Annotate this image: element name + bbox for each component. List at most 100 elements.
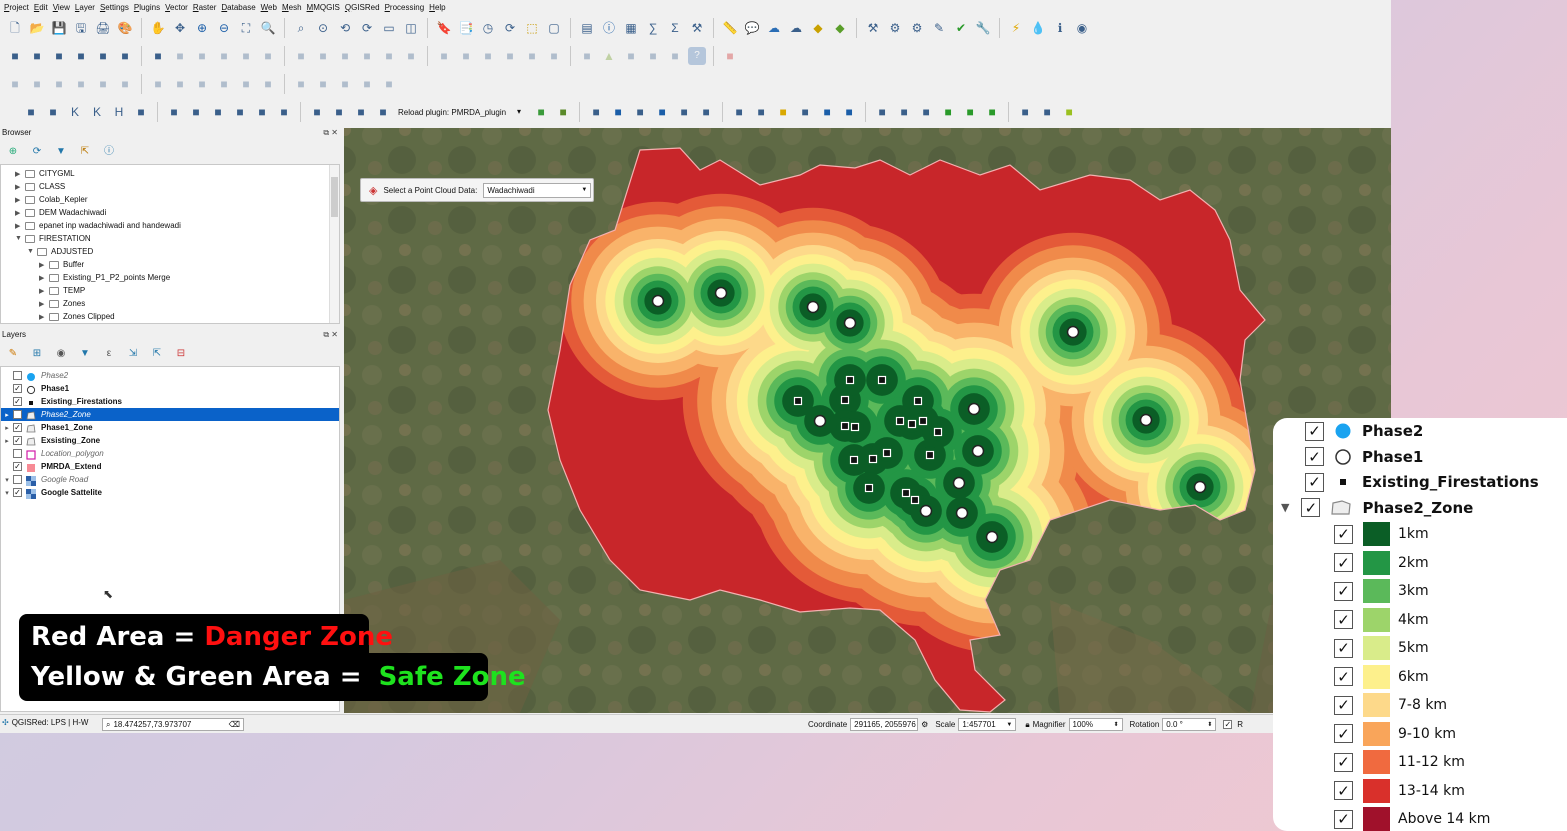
data-source-manager-icon[interactable]: ■ bbox=[94, 47, 112, 65]
remove-layer-icon[interactable]: ⊟ bbox=[172, 345, 190, 363]
add-selected-layers-icon[interactable]: ⊕ bbox=[4, 143, 22, 161]
legend-class-checkbox[interactable]: ✓ bbox=[1334, 809, 1353, 829]
existing-firestation-point[interactable] bbox=[864, 483, 874, 493]
browser-item[interactable]: ▶ epanet inp wadachiwadi and handewadi bbox=[15, 219, 181, 232]
phase1-station-point[interactable] bbox=[1139, 413, 1153, 427]
plugin-cube-icon[interactable]: ◆ bbox=[809, 19, 827, 37]
legend-class-checkbox[interactable]: ✓ bbox=[1334, 724, 1353, 743]
existing-firestation-point[interactable] bbox=[850, 422, 860, 432]
photo-icon[interactable]: ■ bbox=[352, 103, 370, 121]
map-pin-icon[interactable]: ■ bbox=[730, 103, 748, 121]
deselect-icon[interactable]: ▢ bbox=[545, 19, 563, 37]
phase1-station-point[interactable] bbox=[843, 316, 857, 330]
add-group-icon[interactable]: ⊞ bbox=[28, 345, 46, 363]
settings-gear-icon[interactable]: ⚙ bbox=[886, 19, 904, 37]
layer-visibility-checkbox[interactable]: ✓ bbox=[13, 384, 22, 393]
save-as-icon[interactable]: 🖫 bbox=[72, 19, 90, 37]
browser-item[interactable]: ▼ ADJUSTED bbox=[27, 245, 93, 258]
zoom-out-icon[interactable]: ⊖ bbox=[215, 19, 233, 37]
layer-visibility-checkbox[interactable] bbox=[13, 371, 22, 380]
chevron-right-icon[interactable]: ▾ bbox=[1, 489, 13, 497]
render-checkbox[interactable]: ✓ bbox=[1223, 720, 1233, 729]
chart-icon[interactable]: ■ bbox=[253, 103, 271, 121]
vertex-tool-icon[interactable]: ■ bbox=[259, 47, 277, 65]
menu-layer[interactable]: Layer bbox=[75, 3, 100, 12]
collapse-all-icon[interactable]: ⇱ bbox=[76, 143, 94, 161]
html-icon[interactable]: H bbox=[110, 103, 128, 121]
split-parts-icon[interactable]: ■ bbox=[259, 75, 277, 93]
cut-icon[interactable]: ■ bbox=[314, 47, 332, 65]
new-gpx-icon[interactable]: ■ bbox=[72, 47, 90, 65]
zoom-selection-icon[interactable]: 🔍 bbox=[259, 19, 277, 37]
delete-part-icon[interactable]: ■ bbox=[171, 75, 189, 93]
legend-class-checkbox[interactable]: ✓ bbox=[1334, 610, 1353, 629]
reverse-line-icon[interactable]: ■ bbox=[358, 75, 376, 93]
browser-item[interactable]: ▶ TEMP bbox=[39, 284, 85, 297]
delete-selected-icon[interactable]: ■ bbox=[292, 47, 310, 65]
upload-icon[interactable]: ■ bbox=[840, 103, 858, 121]
layer-green-icon[interactable]: ■ bbox=[532, 103, 550, 121]
layer-visibility-checkbox[interactable]: ✓ bbox=[13, 488, 22, 497]
menu-help[interactable]: Help bbox=[429, 3, 450, 12]
menu-vector[interactable]: Vector bbox=[165, 3, 193, 12]
menu-mmqgis[interactable]: MMQGIS bbox=[307, 3, 345, 12]
chevron-right-icon[interactable]: ▶ bbox=[15, 209, 25, 217]
legend-class-row[interactable]: ✓ 4km bbox=[1334, 607, 1429, 632]
collapse-all-icon[interactable]: ⇱ bbox=[148, 345, 166, 363]
owl-icon[interactable]: ■ bbox=[1016, 103, 1034, 121]
wrench-icon[interactable]: 🔧 bbox=[974, 19, 992, 37]
legend-class-row[interactable]: ✓ 9-10 km bbox=[1334, 721, 1456, 746]
reload-icon[interactable]: ■ bbox=[374, 103, 392, 121]
cube-layer-icon[interactable]: ■ bbox=[587, 103, 605, 121]
refresh-icon[interactable]: ⟳ bbox=[501, 19, 519, 37]
chevron-right-icon[interactable]: ▶ bbox=[15, 170, 25, 178]
existing-firestation-point[interactable] bbox=[918, 416, 928, 426]
legend-layer-row[interactable]: ▼ ✓ Phase2_Zone bbox=[1281, 496, 1473, 520]
redo-icon[interactable]: ■ bbox=[402, 47, 420, 65]
new-geopackage-icon[interactable]: ■ bbox=[6, 47, 24, 65]
new-shapefile-icon[interactable]: ■ bbox=[28, 47, 46, 65]
phase1-station-point[interactable] bbox=[971, 444, 985, 458]
field-calculator-icon[interactable]: ∑ bbox=[644, 19, 662, 37]
measure-icon[interactable]: 📏 bbox=[721, 19, 739, 37]
magnifier-field[interactable]: 100% ⬍ bbox=[1068, 718, 1123, 731]
info-icon[interactable]: ℹ bbox=[1051, 19, 1069, 37]
legend-layer-row[interactable]: ✓ Existing_Firestations bbox=[1305, 470, 1539, 494]
filter-legend-icon[interactable]: ▼ bbox=[76, 345, 94, 363]
lightning-icon[interactable]: ⚡ bbox=[1007, 19, 1025, 37]
simplify-icon[interactable]: ■ bbox=[50, 75, 68, 93]
layer-item[interactable]: ▸ Phase2_Zone bbox=[1, 408, 339, 421]
overflow-icon[interactable]: ■ bbox=[1038, 103, 1056, 121]
existing-firestation-point[interactable] bbox=[907, 419, 917, 429]
map-canvas[interactable] bbox=[344, 128, 1391, 713]
properties-info-icon[interactable]: ⓘ bbox=[100, 143, 118, 161]
label-pin-icon[interactable]: ■ bbox=[457, 47, 475, 65]
cloud-icon[interactable]: ☁ bbox=[765, 19, 783, 37]
github-icon[interactable]: ◉ bbox=[1073, 19, 1091, 37]
label-icon[interactable]: ■ bbox=[435, 47, 453, 65]
filter-icon[interactable]: ▼ bbox=[52, 143, 70, 161]
existing-firestation-point[interactable] bbox=[840, 421, 850, 431]
arrow-circle-icon[interactable]: ■ bbox=[697, 103, 715, 121]
add-part-icon[interactable]: ■ bbox=[94, 75, 112, 93]
menu-web[interactable]: Web bbox=[261, 3, 282, 12]
flag-icon[interactable]: ■ bbox=[631, 103, 649, 121]
legend-class-row[interactable]: ✓ 13-14 km bbox=[1334, 778, 1465, 803]
expand-all-icon[interactable]: ⇲ bbox=[124, 345, 142, 363]
browser-item[interactable]: ▶ Colab_Kepler bbox=[15, 193, 87, 206]
phase1-station-point[interactable] bbox=[806, 300, 820, 314]
existing-firestation-point[interactable] bbox=[933, 427, 943, 437]
zoom-in-icon[interactable]: ⊕ bbox=[193, 19, 211, 37]
triangle-icon[interactable]: ▲ bbox=[600, 47, 618, 65]
s-plugin-icon[interactable]: ■ bbox=[609, 103, 627, 121]
chevron-right-icon[interactable]: ▶ bbox=[39, 313, 49, 321]
current-edits-icon[interactable]: ■ bbox=[193, 47, 211, 65]
menu-edit[interactable]: Edit bbox=[34, 3, 53, 12]
existing-firestation-point[interactable] bbox=[840, 395, 850, 405]
chevron-right-icon[interactable]: ▶ bbox=[15, 222, 25, 230]
add-raster-icon[interactable]: ■ bbox=[149, 47, 167, 65]
layer-styling-icon[interactable]: ✎ bbox=[4, 345, 22, 363]
legend-class-row[interactable]: ✓ 6km bbox=[1334, 664, 1429, 689]
phase1-station-point[interactable] bbox=[985, 530, 999, 544]
legend-layer-row[interactable]: ✓ Phase2 bbox=[1305, 419, 1423, 443]
